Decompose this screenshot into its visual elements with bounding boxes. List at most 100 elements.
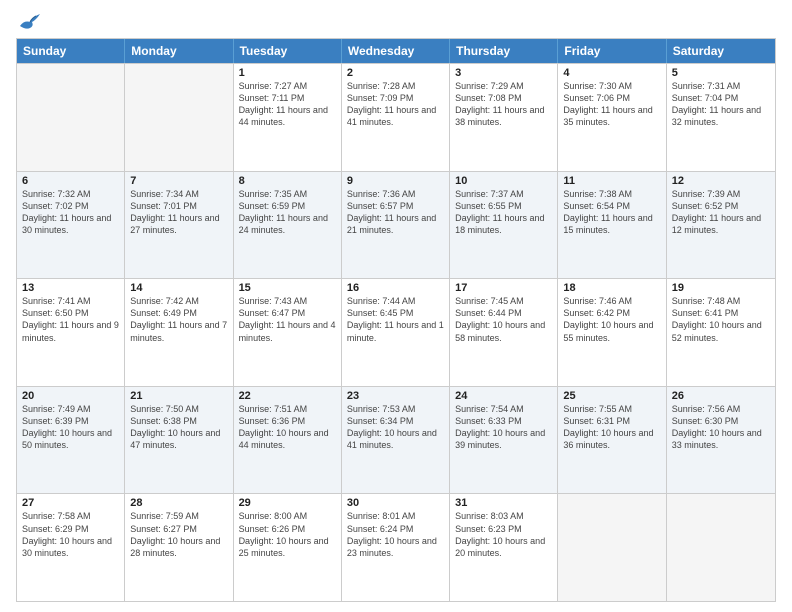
day-info: Sunrise: 7:36 AM Sunset: 6:57 PM Dayligh… xyxy=(347,188,444,237)
calendar-cell: 10Sunrise: 7:37 AM Sunset: 6:55 PM Dayli… xyxy=(450,172,558,279)
day-number: 27 xyxy=(22,497,119,509)
calendar-cell: 1Sunrise: 7:27 AM Sunset: 7:11 PM Daylig… xyxy=(234,64,342,171)
day-number: 30 xyxy=(347,497,444,509)
day-info: Sunrise: 8:01 AM Sunset: 6:24 PM Dayligh… xyxy=(347,510,444,559)
day-number: 10 xyxy=(455,175,552,187)
day-info: Sunrise: 8:03 AM Sunset: 6:23 PM Dayligh… xyxy=(455,510,552,559)
day-number: 6 xyxy=(22,175,119,187)
day-info: Sunrise: 7:29 AM Sunset: 7:08 PM Dayligh… xyxy=(455,80,552,129)
day-number: 25 xyxy=(563,390,660,402)
day-number: 12 xyxy=(672,175,770,187)
calendar-header-cell: Saturday xyxy=(667,39,775,63)
day-info: Sunrise: 7:54 AM Sunset: 6:33 PM Dayligh… xyxy=(455,403,552,452)
day-info: Sunrise: 7:53 AM Sunset: 6:34 PM Dayligh… xyxy=(347,403,444,452)
calendar-cell: 3Sunrise: 7:29 AM Sunset: 7:08 PM Daylig… xyxy=(450,64,558,171)
calendar-row: 1Sunrise: 7:27 AM Sunset: 7:11 PM Daylig… xyxy=(17,63,775,171)
day-number: 7 xyxy=(130,175,227,187)
calendar-header-cell: Friday xyxy=(558,39,666,63)
day-number: 1 xyxy=(239,67,336,79)
day-info: Sunrise: 7:56 AM Sunset: 6:30 PM Dayligh… xyxy=(672,403,770,452)
calendar-cell: 9Sunrise: 7:36 AM Sunset: 6:57 PM Daylig… xyxy=(342,172,450,279)
page: SundayMondayTuesdayWednesdayThursdayFrid… xyxy=(0,0,792,612)
day-number: 21 xyxy=(130,390,227,402)
header xyxy=(16,12,776,30)
day-info: Sunrise: 7:46 AM Sunset: 6:42 PM Dayligh… xyxy=(563,295,660,344)
day-info: Sunrise: 7:58 AM Sunset: 6:29 PM Dayligh… xyxy=(22,510,119,559)
logo xyxy=(16,12,40,30)
day-info: Sunrise: 7:50 AM Sunset: 6:38 PM Dayligh… xyxy=(130,403,227,452)
day-number: 20 xyxy=(22,390,119,402)
day-info: Sunrise: 7:45 AM Sunset: 6:44 PM Dayligh… xyxy=(455,295,552,344)
calendar-cell: 16Sunrise: 7:44 AM Sunset: 6:45 PM Dayli… xyxy=(342,279,450,386)
day-info: Sunrise: 7:28 AM Sunset: 7:09 PM Dayligh… xyxy=(347,80,444,129)
day-number: 11 xyxy=(563,175,660,187)
calendar-header-cell: Tuesday xyxy=(234,39,342,63)
calendar-row: 13Sunrise: 7:41 AM Sunset: 6:50 PM Dayli… xyxy=(17,278,775,386)
calendar-header-cell: Thursday xyxy=(450,39,558,63)
day-number: 19 xyxy=(672,282,770,294)
day-info: Sunrise: 7:35 AM Sunset: 6:59 PM Dayligh… xyxy=(239,188,336,237)
calendar-cell: 12Sunrise: 7:39 AM Sunset: 6:52 PM Dayli… xyxy=(667,172,775,279)
calendar-cell: 5Sunrise: 7:31 AM Sunset: 7:04 PM Daylig… xyxy=(667,64,775,171)
calendar-cell: 4Sunrise: 7:30 AM Sunset: 7:06 PM Daylig… xyxy=(558,64,666,171)
calendar-cell: 2Sunrise: 7:28 AM Sunset: 7:09 PM Daylig… xyxy=(342,64,450,171)
calendar-header-cell: Monday xyxy=(125,39,233,63)
calendar-cell: 18Sunrise: 7:46 AM Sunset: 6:42 PM Dayli… xyxy=(558,279,666,386)
day-number: 23 xyxy=(347,390,444,402)
day-info: Sunrise: 7:41 AM Sunset: 6:50 PM Dayligh… xyxy=(22,295,119,344)
calendar-header-cell: Wednesday xyxy=(342,39,450,63)
calendar-cell: 23Sunrise: 7:53 AM Sunset: 6:34 PM Dayli… xyxy=(342,387,450,494)
day-info: Sunrise: 7:34 AM Sunset: 7:01 PM Dayligh… xyxy=(130,188,227,237)
day-number: 3 xyxy=(455,67,552,79)
day-number: 15 xyxy=(239,282,336,294)
calendar-cell: 14Sunrise: 7:42 AM Sunset: 6:49 PM Dayli… xyxy=(125,279,233,386)
day-number: 18 xyxy=(563,282,660,294)
day-info: Sunrise: 7:42 AM Sunset: 6:49 PM Dayligh… xyxy=(130,295,227,344)
calendar-cell: 24Sunrise: 7:54 AM Sunset: 6:33 PM Dayli… xyxy=(450,387,558,494)
calendar: SundayMondayTuesdayWednesdayThursdayFrid… xyxy=(16,38,776,602)
day-number: 9 xyxy=(347,175,444,187)
logo-bird-icon xyxy=(18,12,40,30)
calendar-cell: 8Sunrise: 7:35 AM Sunset: 6:59 PM Daylig… xyxy=(234,172,342,279)
day-info: Sunrise: 7:31 AM Sunset: 7:04 PM Dayligh… xyxy=(672,80,770,129)
day-info: Sunrise: 7:48 AM Sunset: 6:41 PM Dayligh… xyxy=(672,295,770,344)
day-info: Sunrise: 7:44 AM Sunset: 6:45 PM Dayligh… xyxy=(347,295,444,344)
day-info: Sunrise: 7:55 AM Sunset: 6:31 PM Dayligh… xyxy=(563,403,660,452)
calendar-cell: 25Sunrise: 7:55 AM Sunset: 6:31 PM Dayli… xyxy=(558,387,666,494)
day-number: 22 xyxy=(239,390,336,402)
day-number: 29 xyxy=(239,497,336,509)
calendar-cell xyxy=(558,494,666,601)
calendar-cell: 6Sunrise: 7:32 AM Sunset: 7:02 PM Daylig… xyxy=(17,172,125,279)
day-info: Sunrise: 7:38 AM Sunset: 6:54 PM Dayligh… xyxy=(563,188,660,237)
day-number: 24 xyxy=(455,390,552,402)
calendar-cell: 29Sunrise: 8:00 AM Sunset: 6:26 PM Dayli… xyxy=(234,494,342,601)
day-info: Sunrise: 7:37 AM Sunset: 6:55 PM Dayligh… xyxy=(455,188,552,237)
calendar-header-cell: Sunday xyxy=(17,39,125,63)
day-info: Sunrise: 7:27 AM Sunset: 7:11 PM Dayligh… xyxy=(239,80,336,129)
calendar-cell: 19Sunrise: 7:48 AM Sunset: 6:41 PM Dayli… xyxy=(667,279,775,386)
day-info: Sunrise: 7:32 AM Sunset: 7:02 PM Dayligh… xyxy=(22,188,119,237)
calendar-cell: 11Sunrise: 7:38 AM Sunset: 6:54 PM Dayli… xyxy=(558,172,666,279)
calendar-cell xyxy=(125,64,233,171)
calendar-cell: 21Sunrise: 7:50 AM Sunset: 6:38 PM Dayli… xyxy=(125,387,233,494)
day-number: 5 xyxy=(672,67,770,79)
calendar-cell: 20Sunrise: 7:49 AM Sunset: 6:39 PM Dayli… xyxy=(17,387,125,494)
day-info: Sunrise: 8:00 AM Sunset: 6:26 PM Dayligh… xyxy=(239,510,336,559)
calendar-header-row: SundayMondayTuesdayWednesdayThursdayFrid… xyxy=(17,39,775,63)
calendar-cell xyxy=(667,494,775,601)
day-number: 4 xyxy=(563,67,660,79)
calendar-cell: 26Sunrise: 7:56 AM Sunset: 6:30 PM Dayli… xyxy=(667,387,775,494)
day-info: Sunrise: 7:43 AM Sunset: 6:47 PM Dayligh… xyxy=(239,295,336,344)
day-number: 31 xyxy=(455,497,552,509)
day-number: 2 xyxy=(347,67,444,79)
calendar-cell: 31Sunrise: 8:03 AM Sunset: 6:23 PM Dayli… xyxy=(450,494,558,601)
calendar-body: 1Sunrise: 7:27 AM Sunset: 7:11 PM Daylig… xyxy=(17,63,775,601)
day-number: 8 xyxy=(239,175,336,187)
calendar-row: 20Sunrise: 7:49 AM Sunset: 6:39 PM Dayli… xyxy=(17,386,775,494)
calendar-row: 6Sunrise: 7:32 AM Sunset: 7:02 PM Daylig… xyxy=(17,171,775,279)
day-number: 17 xyxy=(455,282,552,294)
calendar-cell: 15Sunrise: 7:43 AM Sunset: 6:47 PM Dayli… xyxy=(234,279,342,386)
day-info: Sunrise: 7:49 AM Sunset: 6:39 PM Dayligh… xyxy=(22,403,119,452)
day-number: 28 xyxy=(130,497,227,509)
calendar-cell: 30Sunrise: 8:01 AM Sunset: 6:24 PM Dayli… xyxy=(342,494,450,601)
